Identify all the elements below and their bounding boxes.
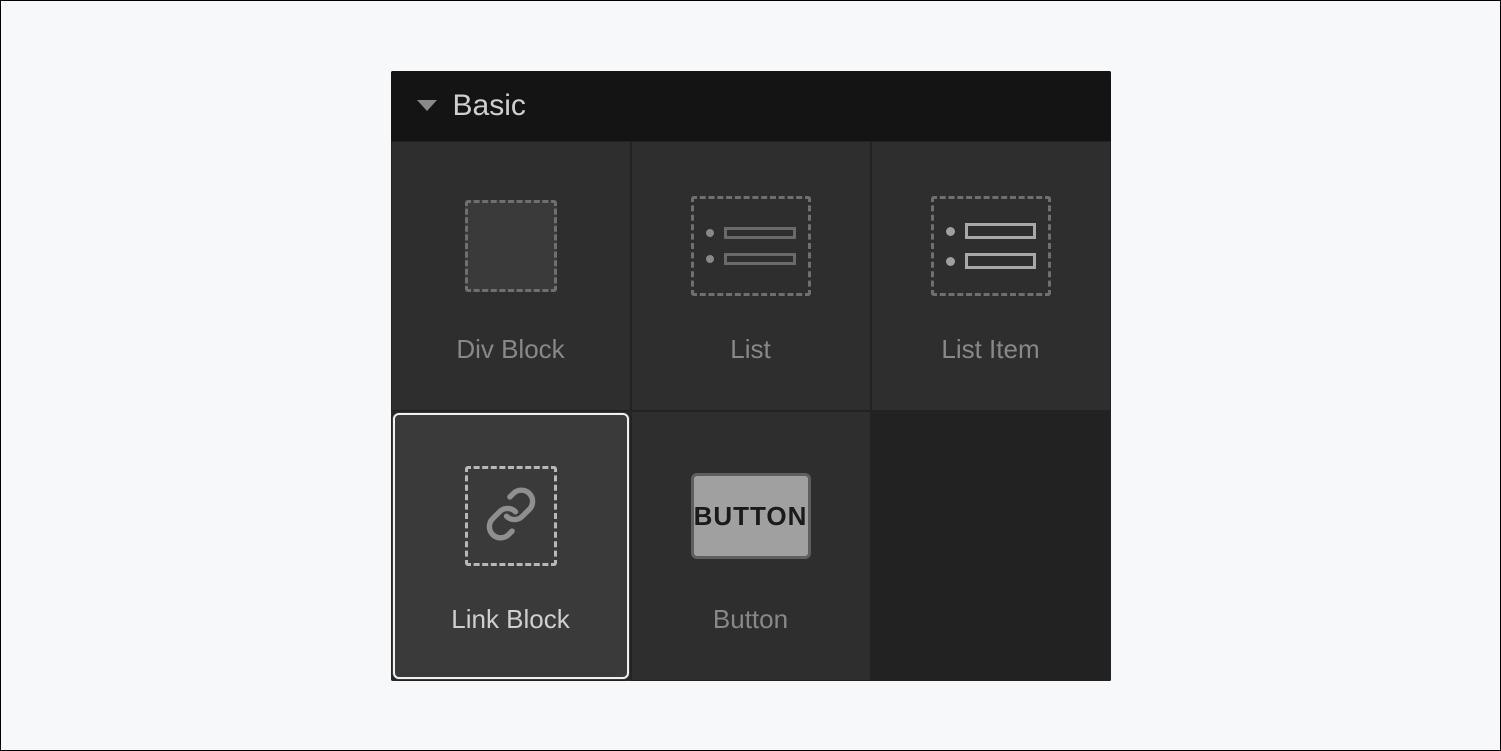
section-header-basic[interactable]: Basic (391, 71, 1111, 141)
link-block-icon (451, 456, 571, 576)
list-icon (691, 186, 811, 306)
elements-panel: Basic Div Block List (391, 71, 1111, 681)
link-icon (484, 487, 538, 546)
button-icon-text: BUTTON (691, 473, 811, 559)
chevron-down-icon (417, 100, 437, 111)
elements-grid: Div Block List List Item (391, 141, 1111, 681)
tile-label: Div Block (456, 334, 564, 365)
element-tile-empty (871, 411, 1111, 681)
button-icon: BUTTON (691, 456, 811, 576)
tile-label: Button (713, 604, 788, 635)
element-tile-link-block[interactable]: Link Block (391, 411, 631, 681)
element-tile-list-item[interactable]: List Item (871, 141, 1111, 411)
tile-label: List (730, 334, 770, 365)
element-tile-list[interactable]: List (631, 141, 871, 411)
element-tile-button[interactable]: BUTTON Button (631, 411, 871, 681)
tile-label: List Item (941, 334, 1039, 365)
element-tile-div-block[interactable]: Div Block (391, 141, 631, 411)
list-item-icon (931, 186, 1051, 306)
div-block-icon (451, 186, 571, 306)
tile-label: Link Block (451, 604, 570, 635)
section-title: Basic (453, 89, 526, 123)
